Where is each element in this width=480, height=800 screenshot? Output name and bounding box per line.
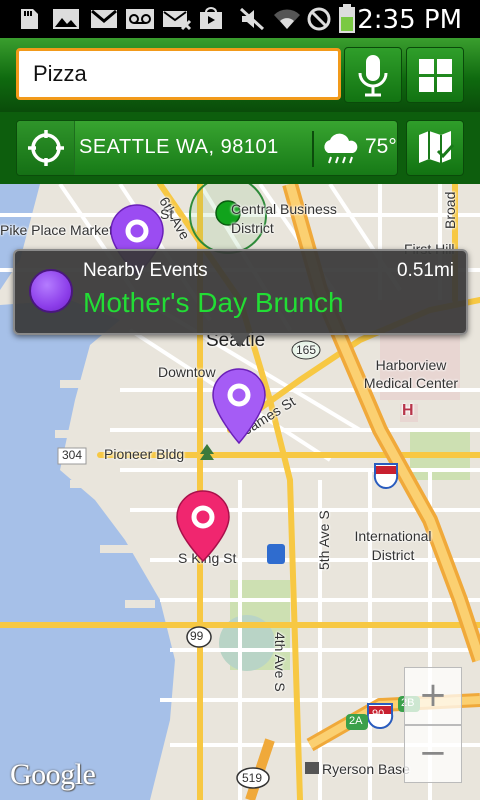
location-bar: SEATTLE WA, 98101 75° <box>0 112 480 184</box>
status-bar: 2:35 PM <box>0 0 480 38</box>
label-route-519: 519 <box>242 771 263 785</box>
status-time: 2:35 PM <box>357 5 462 35</box>
label-route-165: 165 <box>296 343 317 357</box>
email-failed-icon <box>163 11 192 31</box>
label-downtown: Downtow <box>158 364 216 380</box>
rain-cloud-icon <box>324 133 358 164</box>
popup-distance: 0.51mi <box>396 260 454 281</box>
transit-station-icon <box>267 544 285 564</box>
popup-pointer <box>230 333 250 347</box>
voice-search-button[interactable] <box>344 47 402 103</box>
play-store-icon <box>200 7 222 29</box>
landmark-building-icon <box>305 762 319 774</box>
label-5th-ave: 5th Ave S <box>316 510 332 570</box>
label-central-business: Central Business District <box>231 201 337 236</box>
no-signal-icon <box>307 7 331 31</box>
label-route-90: 90 <box>372 708 385 720</box>
location-city: SEATTLE WA, 98101 <box>79 136 279 158</box>
crosshair-icon <box>28 130 64 166</box>
hospital-icon: H <box>402 402 414 419</box>
image-icon <box>53 9 79 29</box>
event-info-popup[interactable]: Nearby Events 0.51mi Mother's Day Brunch <box>13 249 468 335</box>
weather-temperature: 75° <box>365 135 397 158</box>
label-harborview: Harborview Medical Center <box>363 357 459 391</box>
popup-category: Nearby Events <box>83 260 208 281</box>
label-ryerson-base: Ryerson Base <box>322 761 410 777</box>
label-route-2a: 2A <box>349 715 363 727</box>
categories-button[interactable] <box>406 47 464 103</box>
mute-icon <box>239 7 265 31</box>
zoom-in-button[interactable]: + <box>404 667 462 725</box>
location-divider <box>312 131 314 167</box>
voicemail-icon <box>126 9 154 29</box>
search-bar <box>0 38 480 112</box>
folded-map-icon <box>419 131 455 163</box>
map-view-button[interactable] <box>406 120 464 176</box>
gmail-icon <box>91 9 117 28</box>
event-pin-pink[interactable] <box>174 489 232 563</box>
search-input[interactable] <box>16 48 341 100</box>
location-selector[interactable]: SEATTLE WA, 98101 75° <box>16 120 398 176</box>
label-i5: 5 <box>382 472 389 486</box>
grid-icon <box>419 59 452 92</box>
label-international: International District <box>354 528 432 563</box>
label-route-99: 99 <box>190 629 204 643</box>
label-route-304: 304 <box>62 448 83 462</box>
google-attribution: Google <box>10 758 96 791</box>
label-4th-ave: 4th Ave S <box>272 632 288 692</box>
sd-card-icon <box>21 9 38 29</box>
event-pin-purple-selected[interactable] <box>210 367 268 445</box>
label-pike-place: Pike Place Market <box>0 222 113 238</box>
event-category-dot <box>29 269 73 313</box>
label-broadway: Broad <box>442 191 458 229</box>
microphone-icon <box>358 55 388 97</box>
zoom-out-button[interactable]: − <box>404 725 462 783</box>
battery-icon <box>339 4 355 33</box>
wifi-icon <box>274 9 300 29</box>
popup-event-title[interactable]: Mother's Day Brunch <box>83 287 344 319</box>
my-location-button[interactable] <box>17 121 75 175</box>
label-pioneer-bldg: Pioneer Bldg <box>104 446 185 462</box>
